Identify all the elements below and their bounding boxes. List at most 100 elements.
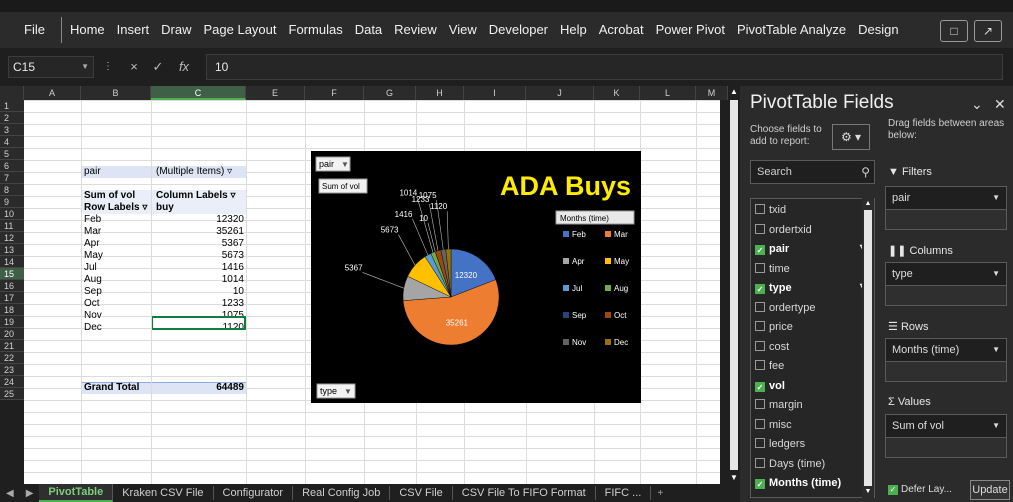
axis-field-button[interactable]: type ▼ [316,383,356,399]
row-header-10[interactable]: 10 [0,208,24,220]
gear-icon[interactable]: ⚙ ▾ [832,124,870,150]
row-header-2[interactable]: 2 [0,112,24,124]
update-button[interactable]: Update [970,480,1010,500]
column-header-g[interactable]: G [364,86,416,100]
row-header-20[interactable]: 20 [0,328,24,340]
row-header-6[interactable]: 6 [0,160,24,172]
prev-sheet-icon[interactable]: ◀ [0,488,20,499]
name-box[interactable]: C15 ▼ [8,56,94,78]
scroll-up-icon[interactable]: ▲ [862,198,874,210]
pivot-row-label[interactable]: Aug [84,274,148,286]
pivot-chart[interactable]: pair ▼ Sum of vol ADA Buys Months (time)… [311,151,641,403]
ribbon-tab-home[interactable]: Home [64,12,111,48]
column-header-b[interactable]: B [81,86,151,100]
row-header-17[interactable]: 17 [0,292,24,304]
row-header-1[interactable]: 1 [0,100,24,112]
field-misc[interactable]: misc [755,416,792,434]
pivot-row-label[interactable]: Jul [84,262,148,274]
pivot-row-value[interactable]: 1233 [156,298,244,310]
field-type[interactable]: ✓type▽ [755,279,868,297]
row-header-11[interactable]: 11 [0,220,24,232]
checkbox-icon[interactable] [755,204,765,214]
row-header-9[interactable]: 9 [0,196,24,208]
search-input[interactable]: Search ⚲ [750,160,875,184]
pivot-row-label[interactable]: Dec [84,322,148,334]
enter-button[interactable]: ✓ [148,56,168,78]
field-days-time[interactable]: Days (time) [755,455,825,473]
value-field-button[interactable]: Sum of vol [318,178,368,194]
columns-dropzone[interactable] [885,286,1007,306]
ribbon-tab-view[interactable]: View [443,12,483,48]
field-time[interactable]: time [755,260,790,278]
row-header-22[interactable]: 22 [0,352,24,364]
row-header-23[interactable]: 23 [0,364,24,376]
values-item[interactable]: Sum of vol ▼ [885,414,1007,438]
field-vol[interactable]: ✓ vol [755,377,785,395]
checkbox-icon[interactable] [755,301,765,312]
ribbon-tab-help[interactable]: Help [554,12,593,48]
row-header-13[interactable]: 13 [0,244,24,256]
checkbox-checked-icon[interactable]: ✓ [755,245,765,255]
chevron-down-icon[interactable]: ▼ [992,187,1000,209]
field-fee[interactable]: fee [755,357,784,375]
close-icon[interactable]: ✕ [994,96,1006,113]
sheet-tab-real-config-job[interactable]: Real Config Job [293,486,391,500]
values-dropzone[interactable] [885,438,1007,458]
checkbox-checked-icon[interactable]: ✓ [755,381,765,392]
checkbox-icon[interactable] [755,399,765,409]
scroll-thumb[interactable] [864,210,872,486]
column-header-l[interactable]: L [640,86,696,100]
column-header-j[interactable]: J [526,86,594,100]
field-ordertype[interactable]: ordertype [755,299,815,317]
field-txid[interactable]: txid [755,201,786,219]
sheet-tab-configurator[interactable]: Configurator [214,486,294,500]
defer-layout-checkbox[interactable]: ✓ Defer Lay... [888,484,952,495]
rows-item[interactable]: Months (time) ▼ [885,338,1007,362]
column-header-e[interactable]: E [246,86,305,100]
column-header-f[interactable]: F [305,86,364,100]
columns-item[interactable]: type ▼ [885,262,1007,286]
pivot-filter-value[interactable]: (Multiple Items) ▿ [156,166,246,178]
column-header-i[interactable]: I [464,86,526,100]
scroll-down-icon[interactable]: ▼ [728,472,740,484]
sort-filter-icon[interactable]: ▿ [142,202,147,213]
ribbon-tab-data[interactable]: Data [349,12,388,48]
row-header-7[interactable]: 7 [0,172,24,184]
row-header-8[interactable]: 8 [0,184,24,196]
ribbon-tab-formulas[interactable]: Formulas [283,12,349,48]
field-ledgers[interactable]: ledgers [755,435,805,453]
checkbox-checked-icon[interactable]: ✓ [755,479,765,489]
pivot-row-value[interactable]: 35261 [156,226,244,238]
row-header-18[interactable]: 18 [0,304,24,316]
ribbon-tab-file[interactable]: File [0,12,59,48]
pivot-row-label[interactable]: Sep [84,286,148,298]
scroll-thumb[interactable] [730,100,738,470]
cancel-button[interactable]: × [124,56,144,78]
pivot-row-value[interactable]: 5367 [156,238,244,250]
row-header-3[interactable]: 3 [0,124,24,136]
sheet-tab-csv-file-to-fifo-format[interactable]: CSV File To FIFO Format [453,486,596,500]
column-header-h[interactable]: H [416,86,464,100]
ribbon-tab-acrobat[interactable]: Acrobat [593,12,650,48]
chevron-down-icon[interactable]: ▼ [992,415,1000,437]
row-header-5[interactable]: 5 [0,148,24,160]
pivot-row-label[interactable]: Feb [84,214,148,226]
pie-slices[interactable] [402,248,500,346]
vertical-scrollbar[interactable]: ▲ ▼ [728,86,740,484]
field-pair[interactable]: ✓pair▽ [755,240,868,258]
filters-dropzone[interactable] [885,210,1007,230]
ribbon-tab-insert[interactable]: Insert [111,12,156,48]
pivot-filter-label[interactable]: pair [84,166,148,178]
add-sheet-icon[interactable]: + [651,488,669,499]
field-list[interactable]: txidordertxid✓pair▽time✓type▽ordertypepr… [750,198,875,498]
field-cost[interactable]: cost [755,338,789,356]
filter-icon[interactable]: ▿ [227,166,232,177]
filter-field-button[interactable]: pair ▼ [315,156,351,172]
chart-title[interactable]: ADA Buys [500,171,631,201]
pivot-row-value[interactable]: 1416 [156,262,244,274]
rows-dropzone[interactable] [885,362,1007,382]
share-icon[interactable]: ↗ [974,20,1002,42]
row-header-12[interactable]: 12 [0,232,24,244]
pie-chart[interactable]: pair ▼ Sum of vol ADA Buys Months (time)… [311,151,641,403]
scroll-down-icon[interactable]: ▼ [862,486,874,498]
